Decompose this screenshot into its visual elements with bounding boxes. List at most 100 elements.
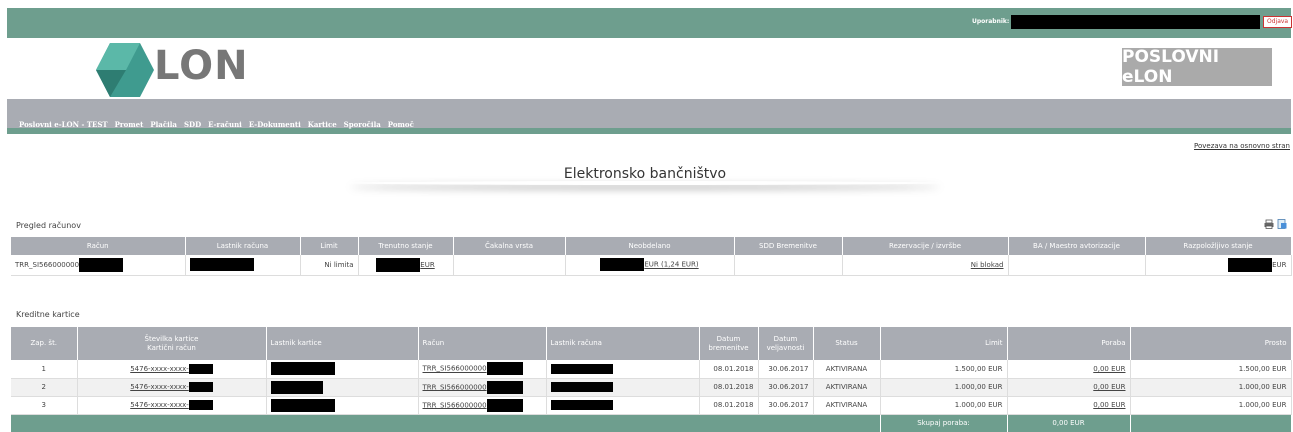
logo[interactable]: LON <box>96 41 266 99</box>
card-number-link[interactable]: 5476-xxxx-xxxx- <box>130 383 189 391</box>
charge-date-header-1: Datum <box>716 334 741 343</box>
nav-item-cards[interactable]: Kartice <box>308 120 337 129</box>
col-account[interactable]: Račun <box>11 237 186 255</box>
total-usage-label: Skupaj poraba: <box>880 414 1008 432</box>
status-cell: AKTIVIRANA <box>813 378 881 397</box>
print-icon[interactable] <box>1264 219 1274 229</box>
card-number-cell: 5476-xxxx-xxxx- <box>77 396 267 415</box>
usage-link[interactable]: 0,00 EUR <box>1093 383 1125 391</box>
col-usage[interactable]: Poraba <box>1007 327 1131 360</box>
col-status[interactable]: Status <box>813 327 881 360</box>
redacted-block <box>486 398 523 412</box>
cards-table: Zap. št. Številka kartice Kartični račun … <box>11 327 1292 432</box>
accounts-table: Račun Lastnik računa Limit Trenutno stan… <box>11 237 1292 276</box>
queue-cell <box>453 255 566 276</box>
nav-item-einvoices[interactable]: E-računi <box>208 120 242 129</box>
status-cell: AKTIVIRANA <box>813 360 881 379</box>
logout-button[interactable]: Odjava <box>1263 16 1293 28</box>
usage-link[interactable]: 0,00 EUR <box>1093 365 1125 373</box>
table-row: 2 5476-xxxx-xxxx- TRR_SI566000000 08.01.… <box>11 378 1292 397</box>
valid-date-cell: 30.06.2017 <box>758 378 814 397</box>
col-seq-no[interactable]: Zap. št. <box>11 327 78 360</box>
account-cell: TRR_SI566000000 <box>418 360 547 379</box>
col-unprocessed[interactable]: Neobdelano <box>565 237 735 255</box>
col-limit[interactable]: Limit <box>880 327 1008 360</box>
limit-cell: Ni limita <box>300 255 359 276</box>
col-account[interactable]: Račun <box>418 327 547 360</box>
unprocessed-link[interactable]: EUR (1,24 EUR) <box>644 261 698 269</box>
seq-no-cell: 2 <box>11 378 78 397</box>
charge-date-cell: 08.01.2018 <box>699 396 759 415</box>
reservations-link[interactable]: Ni blokad <box>971 261 1004 269</box>
account-owner-cell <box>546 360 700 379</box>
col-account-owner[interactable]: Lastnik računa <box>185 237 301 255</box>
free-cell: 1.000,00 EUR <box>1130 378 1292 397</box>
totals-end <box>1130 414 1292 432</box>
page-title-area: Elektronsko bančništvo <box>330 163 960 189</box>
account-link[interactable]: TRR_SI566000000 <box>423 365 487 373</box>
usage-cell: 0,00 EUR <box>1007 396 1131 415</box>
usage-link[interactable]: 0,00 EUR <box>1093 401 1125 409</box>
account-cell[interactable]: TRR_SI566000000 <box>11 255 186 276</box>
limit-cell: 1.500,00 EUR <box>880 360 1008 379</box>
redacted-block <box>188 400 213 410</box>
seq-no-cell: 3 <box>11 396 78 415</box>
account-owner-cell <box>546 396 700 415</box>
home-link[interactable]: Povezava na osnovno stran <box>1194 142 1290 150</box>
redacted-block <box>550 363 613 374</box>
card-number-link[interactable]: 5476-xxxx-xxxx- <box>130 401 189 409</box>
col-limit[interactable]: Limit <box>300 237 359 255</box>
nav-item-sdd[interactable]: SDD <box>184 120 201 129</box>
col-charge-date[interactable]: Datum bremenitve <box>699 327 759 360</box>
col-sdd-debits[interactable]: SDD Bremenitve <box>734 237 843 255</box>
available-balance-cell: EUR <box>1145 255 1292 276</box>
table-row: 3 5476-xxxx-xxxx- TRR_SI566000000 08.01.… <box>11 396 1292 415</box>
col-queue[interactable]: Čakalna vrsta <box>453 237 566 255</box>
redacted-block <box>188 382 213 392</box>
accounts-section-title: Pregled računov <box>16 221 81 230</box>
col-free[interactable]: Prosto <box>1130 327 1292 360</box>
redacted-block <box>1228 257 1273 272</box>
col-card-owner[interactable]: Lastnik kartice <box>266 327 419 360</box>
current-balance-currency[interactable]: EUR <box>420 261 434 269</box>
account-link[interactable]: TRR_SI566000000 <box>423 383 487 391</box>
user-name-redacted <box>1011 15 1260 29</box>
free-cell: 1.500,00 EUR <box>1130 360 1292 379</box>
account-cell: TRR_SI566000000 <box>418 378 547 397</box>
col-reservations[interactable]: Rezervacije / izvršbe <box>842 237 1009 255</box>
usage-cell: 0,00 EUR <box>1007 360 1131 379</box>
col-authorizations[interactable]: BA / Maestro avtorizacije <box>1008 237 1146 255</box>
export-icon[interactable] <box>1277 219 1287 229</box>
nav-item-payments[interactable]: Plačila <box>150 120 177 129</box>
valid-date-cell: 30.06.2017 <box>758 360 814 379</box>
col-card-number[interactable]: Številka kartice Kartični račun <box>77 327 267 360</box>
top-bar: Uporabnik: Odjava <box>7 8 1293 38</box>
redacted-block <box>189 258 254 272</box>
redacted-block <box>376 257 421 272</box>
nav-item-turnover[interactable]: Promet <box>115 120 144 129</box>
nav-item-messages[interactable]: Sporočila <box>344 120 381 129</box>
total-usage-value: 0,00 EUR <box>1007 414 1131 432</box>
brand-badge[interactable]: POSLOVNI eLON <box>1122 47 1272 87</box>
cards-header-row: Zap. št. Številka kartice Kartični račun … <box>11 327 1292 360</box>
card-owner-cell <box>266 378 419 397</box>
nav-item-help[interactable]: Pomoč <box>388 120 414 129</box>
col-account-owner[interactable]: Lastnik računa <box>546 327 700 360</box>
reservations-cell: Ni blokad <box>842 255 1009 276</box>
col-current-balance[interactable]: Trenutno stanje <box>358 237 454 255</box>
redacted-block <box>600 258 645 272</box>
logo-text: LON <box>154 43 249 89</box>
nav-item-edocuments[interactable]: E-Dokumenti <box>249 120 301 129</box>
nav-item-home[interactable]: Poslovni e-LON - TEST <box>19 120 108 129</box>
valid-date-header-1: Datum <box>773 334 798 343</box>
col-available-balance[interactable]: Razpoložljivo stanje <box>1145 237 1292 255</box>
col-valid-date[interactable]: Datum veljavnosti <box>758 327 814 360</box>
status-cell: AKTIVIRANA <box>813 396 881 415</box>
redacted-block <box>486 362 523 376</box>
totals-spacer <box>11 414 881 432</box>
redacted-block <box>270 398 335 412</box>
card-number-link[interactable]: 5476-xxxx-xxxx- <box>130 365 189 373</box>
current-balance-cell: EUR <box>358 255 454 276</box>
redacted-block <box>270 362 335 376</box>
account-link[interactable]: TRR_SI566000000 <box>423 401 487 409</box>
